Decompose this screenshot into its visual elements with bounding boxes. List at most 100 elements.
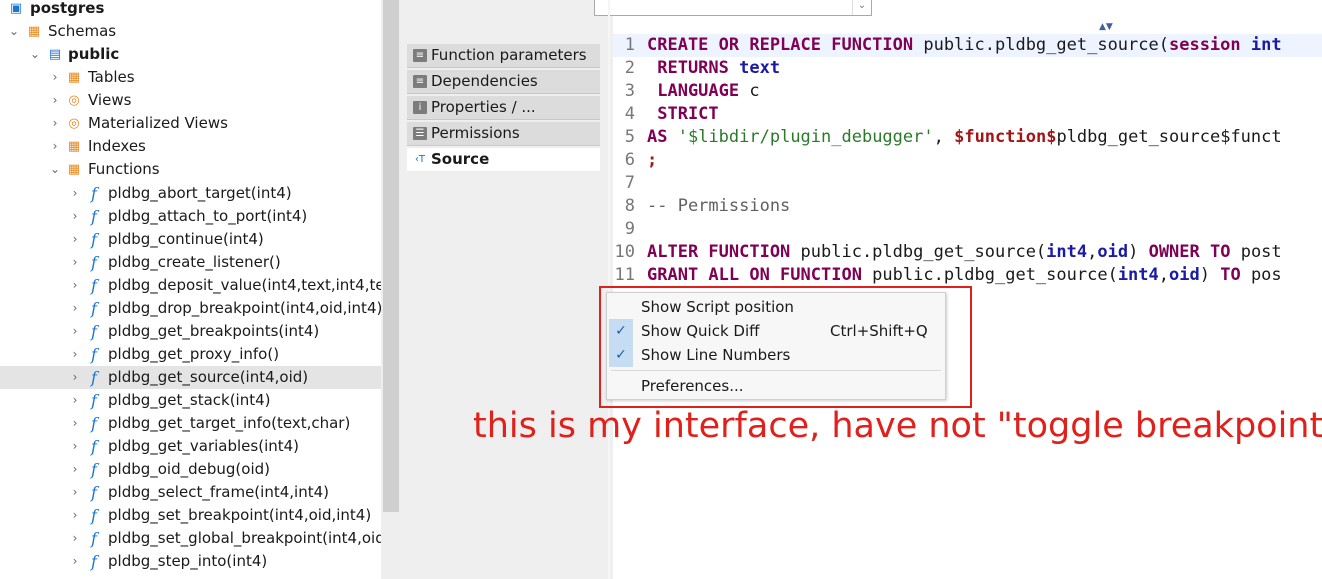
tree-node-function-label: pldbg_get_variables(int4) (108, 437, 300, 455)
tree-node-function[interactable]: › f pldbg_deposit_value(int4,text,int4,tex (0, 274, 381, 297)
chevron-right-icon[interactable]: › (70, 182, 80, 205)
functions-folder-icon: ▦ (67, 162, 81, 177)
function-icon: f (91, 391, 97, 410)
chevron-down-icon[interactable]: ⌄ (50, 158, 60, 181)
code-text: GRANT ALL ON FUNCTION public.pldbg_get_s… (647, 264, 1282, 287)
chevron-right-icon[interactable]: › (70, 412, 80, 435)
code-token: int4 (1117, 265, 1159, 285)
tree-node-function[interactable]: › f pldbg_oid_debug(oid) (0, 458, 381, 481)
code-token: pldbg_get_source$funct (1056, 127, 1282, 147)
tab-function-parameters[interactable]: ≡ Function parameters (407, 44, 600, 68)
chevron-right-icon[interactable]: › (70, 504, 80, 527)
chevron-right-icon[interactable]: › (70, 320, 80, 343)
chevron-right-icon[interactable]: › (70, 481, 80, 504)
annotation-note: this is my interface, have not "toggle b… (473, 406, 1322, 446)
chevron-down-icon[interactable]: ⌄ (9, 20, 19, 43)
chevron-right-icon[interactable]: › (50, 135, 60, 158)
code-token: AS (647, 127, 668, 147)
tree-node-public[interactable]: ⌄ ▤ public (0, 43, 381, 66)
chevron-right-icon[interactable]: › (70, 435, 80, 458)
tables-icon: ▦ (67, 70, 81, 85)
line-number: 11 (614, 265, 635, 285)
tree-node-function[interactable]: › f pldbg_get_source(int4,oid) (0, 366, 381, 389)
tree-node-function-label: pldbg_attach_to_port(int4) (108, 207, 308, 225)
chevron-right-icon[interactable]: › (70, 228, 80, 251)
tab-source[interactable]: ‹T Source (407, 148, 600, 171)
code-text: AS '$libdir/plugin_debugger', $function$… (647, 126, 1282, 149)
chevron-right-icon[interactable]: › (70, 527, 80, 550)
chevron-right-icon[interactable]: › (50, 112, 60, 135)
tree-node-function[interactable]: › f pldbg_drop_breakpoint(int4,oid,int4) (0, 297, 381, 320)
tab-dependencies[interactable]: ≡ Dependencies (407, 70, 600, 94)
code-token: STRICT (647, 104, 719, 124)
chevron-right-icon[interactable]: › (50, 89, 60, 112)
tab-properties[interactable]: i Properties / ... (407, 96, 600, 120)
tree-node-function[interactable]: › f pldbg_set_breakpoint(int4,oid,int4) (0, 504, 381, 527)
chevron-right-icon[interactable]: › (70, 343, 80, 366)
tree-node-function[interactable]: › f pldbg_get_proxy_info() (0, 343, 381, 366)
chevron-right-icon[interactable]: › (70, 366, 80, 389)
chevron-right-icon[interactable]: › (70, 274, 80, 297)
tree-node-function[interactable]: › f pldbg_abort_target(int4) (0, 182, 381, 205)
tab-label: Properties / ... (431, 98, 536, 116)
chevron-right-icon[interactable]: › (70, 297, 80, 320)
permissions-icon: ☰ (413, 127, 427, 140)
line-number: 2 (624, 58, 635, 78)
tree-node-function[interactable]: › f pldbg_continue(int4) (0, 228, 381, 251)
chevron-down-icon[interactable]: ⌄ (30, 43, 40, 66)
code-token: ; (647, 150, 658, 170)
tab-label: Source (431, 150, 490, 168)
code-line: 10 ALTER FUNCTION public.pldbg_get_source… (613, 241, 1322, 264)
line-number: 9 (624, 219, 635, 239)
tree-node-function-label: pldbg_drop_breakpoint(int4,oid,int4) (108, 299, 381, 317)
tree-node-function[interactable]: › f pldbg_select_frame(int4,int4) (0, 481, 381, 504)
code-line: 6; (613, 149, 1322, 172)
code-text: STRICT (647, 103, 719, 126)
code-text: -- Permissions (647, 195, 790, 218)
tree-node-function-label: pldbg_get_breakpoints(int4) (108, 322, 320, 340)
chevron-right-icon[interactable]: › (70, 389, 80, 412)
tree-node-function-label: pldbg_set_global_breakpoint(int4,oid (108, 529, 381, 547)
tree-node-function[interactable]: › f pldbg_get_stack(int4) (0, 389, 381, 412)
tree-node-function[interactable]: › f pldbg_get_target_info(text,char) (0, 412, 381, 435)
code-token: pos (1240, 265, 1282, 285)
tree-node-function[interactable]: › f pldbg_attach_to_port(int4) (0, 205, 381, 228)
chevron-right-icon[interactable]: › (70, 205, 80, 228)
chevron-right-icon[interactable]: › (50, 66, 60, 89)
tree-node-folder[interactable]: › ◎ Views (0, 89, 381, 112)
tree-node-folder[interactable]: › ◎ Materialized Views (0, 112, 381, 135)
chevron-right-icon[interactable]: › (70, 458, 80, 481)
database-navigator-tree: ▣ postgres ⌄ ▦ Schemas ⌄ ▤ public › ▦ Tabl… (0, 0, 381, 579)
line-number: 5 (624, 127, 635, 147)
chevron-right-icon[interactable]: › (70, 550, 80, 573)
line-number: 10 (614, 242, 635, 262)
tab-permissions[interactable]: ☰ Permissions (407, 122, 600, 146)
code-text: ; (647, 149, 657, 172)
tree-node-function[interactable]: › f pldbg_get_breakpoints(int4) (0, 320, 381, 343)
scrollbar-thumb[interactable] (383, 0, 399, 512)
tree-node-schemas[interactable]: ⌄ ▦ Schemas (0, 20, 381, 43)
chevron-right-icon[interactable]: › (70, 251, 80, 274)
chevron-down-icon[interactable]: ⌄ (852, 0, 871, 15)
collapse-toggle-icon[interactable]: ▲▼ (1099, 22, 1113, 32)
tree-node-folder[interactable]: › ▦ Tables (0, 66, 381, 89)
tree-node-function[interactable]: › f pldbg_create_listener() (0, 251, 381, 274)
schemas-folder-icon: ▦ (27, 24, 41, 39)
tree-node-folder[interactable]: › ▦ Indexes (0, 135, 381, 158)
tree-node-function[interactable]: › f pldbg_step_into(int4) (0, 550, 381, 573)
code-line: 4 STRICT (613, 103, 1322, 126)
tree-node-db[interactable]: ▣ postgres (0, 0, 381, 20)
tree-node-function-label: pldbg_deposit_value(int4,text,int4,tex (108, 276, 381, 294)
tree-node-function[interactable]: › f pldbg_get_variables(int4) (0, 435, 381, 458)
tab-label: Dependencies (431, 72, 538, 90)
code-text: RETURNS text (647, 57, 780, 80)
navigator-scrollbar[interactable] (381, 0, 401, 579)
tree-node-function[interactable]: › f pldbg_set_global_breakpoint(int4,oid (0, 527, 381, 550)
code-line: 8 -- Permissions (613, 195, 1322, 218)
line-number: 4 (624, 104, 635, 124)
tree-node-folder-label: Indexes (88, 137, 146, 155)
tree-node-function-label: pldbg_get_stack(int4) (108, 391, 271, 409)
object-selector-combo[interactable]: ⌄ (594, 0, 872, 16)
database-icon: ▣ (9, 1, 23, 16)
tree-node-folder[interactable]: ⌄ ▦ Functions (0, 158, 381, 181)
